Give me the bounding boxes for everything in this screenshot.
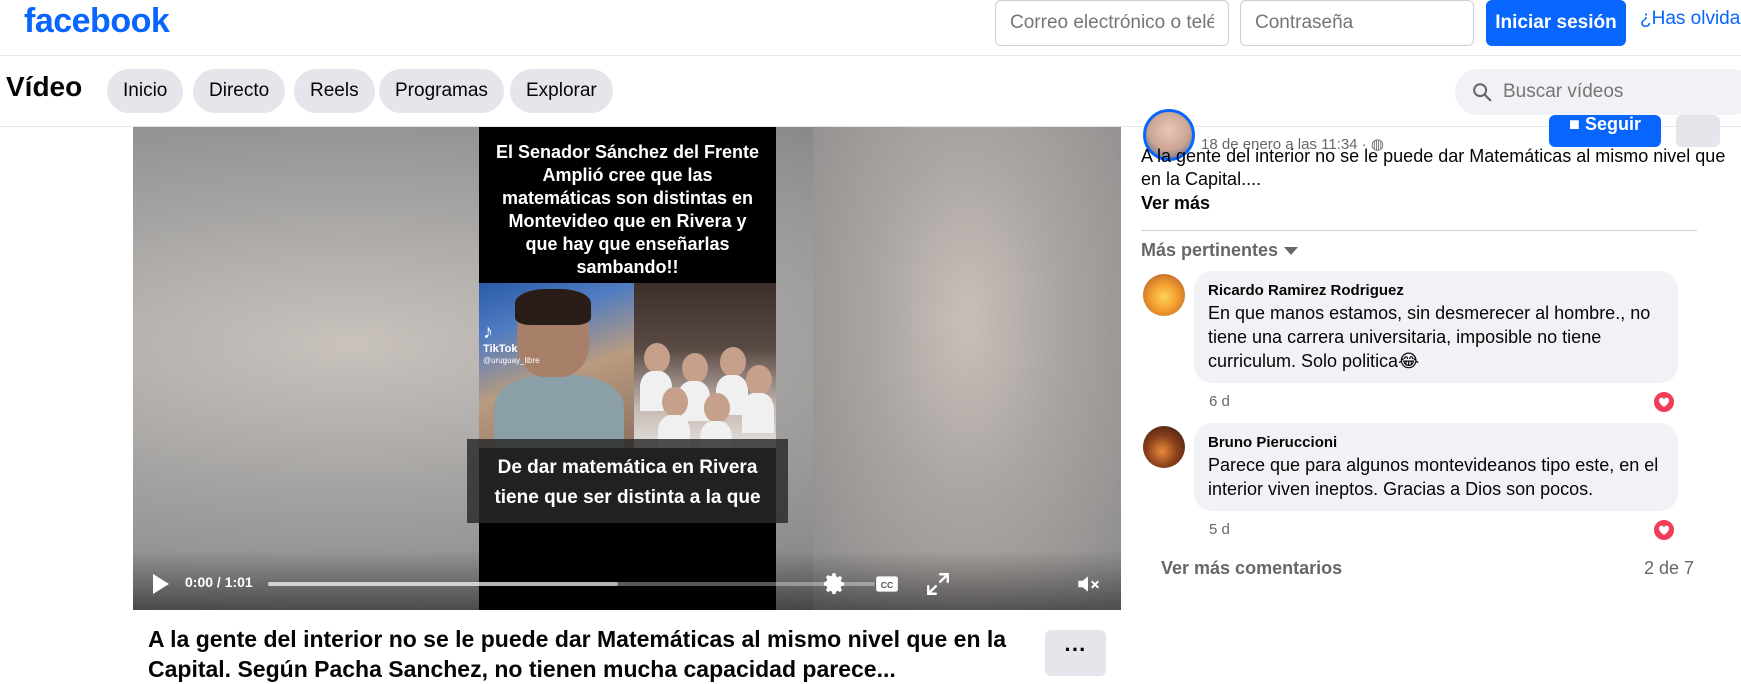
video-clip-students: [634, 283, 776, 448]
search-input[interactable]: [1495, 69, 1741, 115]
heart-icon[interactable]: [1652, 518, 1676, 542]
svg-text:CC: CC: [881, 580, 894, 590]
tab-programas[interactable]: Programas: [379, 69, 504, 113]
tab-directo[interactable]: Directo: [193, 69, 286, 113]
divider: [1141, 230, 1697, 231]
sort-comments-button[interactable]: Más pertinentes: [1141, 240, 1299, 261]
avatar[interactable]: [1143, 426, 1185, 468]
tiktok-watermark: ♪ TikTok @uruguay_libre: [483, 321, 540, 365]
search-icon: [1473, 83, 1492, 102]
comment-bubble: Bruno Pieruccioni Parece que para alguno…: [1194, 423, 1678, 511]
video-subtitle: De dar matemática en Rivera tiene que se…: [494, 457, 761, 508]
avatar[interactable]: [1143, 274, 1185, 316]
video-player[interactable]: El Senador Sánchez del Frente Amplió cre…: [133, 127, 1121, 610]
caret-down-icon: [1284, 247, 1299, 256]
captions-icon[interactable]: CC: [874, 571, 900, 597]
post-panel: 18 de enero a las 11:34 · ◍ ■ Seguir A l…: [1121, 109, 1741, 681]
more-options-button[interactable]: ···: [1045, 630, 1106, 676]
page-title: Vídeo: [6, 71, 83, 102]
video-blur-background: [813, 127, 1121, 610]
settings-icon[interactable]: [821, 571, 847, 597]
progress-bar[interactable]: [268, 582, 875, 586]
video-title: A la gente del interior no se le puede d…: [148, 626, 1007, 682]
facebook-logo[interactable]: facebook: [24, 2, 170, 41]
subtitle-box: De dar matemática en Rivera tiene que se…: [467, 439, 788, 523]
top-bar: facebook Iniciar sesión ¿Has olvidado: [0, 0, 1741, 56]
tab-reels[interactable]: Reels: [294, 69, 375, 113]
tab-explorar[interactable]: Explorar: [510, 69, 613, 113]
comment-author[interactable]: Ricardo Ramirez Rodriguez: [1208, 281, 1666, 301]
forgot-password-link[interactable]: ¿Has olvidado: [1640, 8, 1741, 30]
more-comments-link[interactable]: Ver más comentarios: [1161, 558, 1342, 579]
comment-author[interactable]: Bruno Pieruccioni: [1208, 433, 1666, 453]
video-controls: 0:00 / 1:01 CC: [133, 557, 1121, 610]
video-frame: El Senador Sánchez del Frente Amplió cre…: [467, 127, 788, 610]
email-field[interactable]: [995, 0, 1229, 46]
add-person-icon: ■: [1569, 115, 1580, 134]
tiktok-icon: ♪: [483, 321, 493, 343]
post-more-button[interactable]: [1676, 115, 1720, 147]
login-button[interactable]: Iniciar sesión: [1486, 0, 1626, 46]
video-overlay-title: El Senador Sánchez del Frente Amplió cre…: [495, 142, 760, 277]
password-field[interactable]: [1240, 0, 1474, 46]
tab-inicio[interactable]: Inicio: [107, 69, 184, 113]
video-time: 0:00 / 1:01: [185, 574, 253, 590]
comment-bubble: Ricardo Ramirez Rodriguez En que manos e…: [1194, 271, 1678, 383]
post-text: A la gente del interior no se le puede d…: [1141, 146, 1726, 189]
play-icon[interactable]: [153, 574, 169, 594]
follow-button[interactable]: ■ Seguir: [1549, 115, 1661, 147]
video-nav: Vídeo Inicio Directo Reels Programas Exp…: [0, 57, 1741, 127]
see-more-link[interactable]: Ver más: [1141, 193, 1210, 214]
comments-count: 2 de 7: [1644, 558, 1695, 578]
search-box[interactable]: [1455, 69, 1741, 115]
video-clip-senator: ♪ TikTok @uruguay_libre: [479, 283, 634, 448]
comment-text: En que manos estamos, sin desmerecer al …: [1208, 303, 1651, 371]
mute-icon[interactable]: [1075, 571, 1101, 597]
heart-icon[interactable]: [1652, 390, 1676, 414]
comment-age[interactable]: 6 d: [1209, 393, 1230, 410]
comment-text: Parece que para algunos montevideanos ti…: [1208, 455, 1659, 499]
fullscreen-icon[interactable]: [925, 571, 951, 597]
comment-age[interactable]: 5 d: [1209, 521, 1230, 538]
